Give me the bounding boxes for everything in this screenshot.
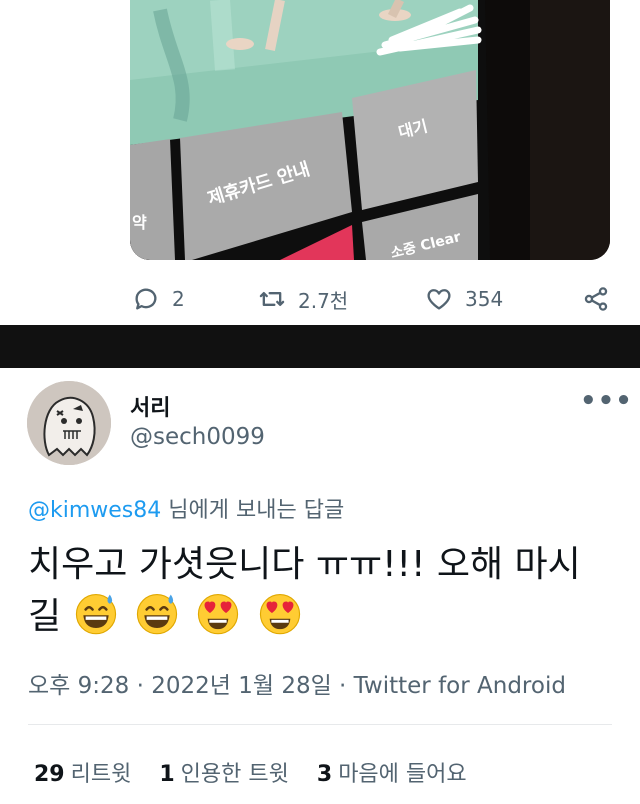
reply-count: 2 bbox=[172, 287, 185, 311]
tweet-text-line1: 치우고 가셧읏니다 ㅠㅠ!!! 오해 마시 bbox=[28, 544, 581, 585]
tweet-meta[interactable]: 오후 9:28 · 2022년 1월 28일 · Twitter for And… bbox=[28, 666, 566, 700]
tweet-text-line2-word: 길 bbox=[28, 596, 62, 637]
likes-count: 3 bbox=[316, 762, 333, 787]
replying-to: @kimwes84 님에게 보내는 답글 bbox=[28, 492, 344, 524]
sweat-smile-emoji-icon bbox=[75, 594, 116, 635]
avatar[interactable] bbox=[27, 381, 111, 465]
screen-text-partial: 약 bbox=[132, 213, 147, 232]
ghost-avatar-icon bbox=[27, 381, 111, 465]
quotes-stat[interactable]: 1 인용한 트윗 bbox=[159, 756, 289, 788]
top-tweet: 제휴카드 안내 대기 소중 Clear 약 2 2.7천 354 bbox=[0, 0, 640, 325]
mention-link[interactable]: @kimwes84 bbox=[28, 498, 161, 523]
likes-label: 마음에 들어요 bbox=[338, 762, 467, 787]
share-action[interactable] bbox=[582, 280, 610, 318]
ellipsis-icon[interactable]: ••• bbox=[580, 386, 633, 416]
heart-eyes-emoji-icon bbox=[198, 594, 239, 635]
tweet-actions: 2 2.7천 354 bbox=[0, 280, 640, 318]
retweet-icon bbox=[259, 292, 285, 306]
divider bbox=[28, 724, 612, 725]
retweet-count: 2.7천 bbox=[298, 288, 349, 313]
retweets-label: 리트윗 bbox=[70, 762, 132, 787]
quotes-count: 1 bbox=[159, 762, 175, 787]
tweet-stats: 29 리트윗 1 인용한 트윗 3 마음에 들어요 bbox=[34, 756, 467, 788]
retweets-stat[interactable]: 29 리트윗 bbox=[34, 756, 131, 788]
section-divider bbox=[0, 325, 640, 368]
heart-eyes-emoji-icon bbox=[259, 594, 301, 635]
likes-stat[interactable]: 3 마음에 들어요 bbox=[317, 756, 467, 788]
tweet-text: 치우고 가셧읏니다 ㅠㅠ!!! 오해 마시 길 bbox=[28, 540, 628, 642]
sweat-smile-emoji-icon bbox=[136, 594, 178, 635]
user-handle[interactable]: @sech0099 bbox=[130, 424, 265, 450]
share-icon bbox=[584, 287, 608, 311]
like-action[interactable]: 354 bbox=[425, 280, 503, 318]
heart-icon bbox=[427, 289, 451, 310]
tweet-photo[interactable]: 제휴카드 안내 대기 소중 Clear 약 bbox=[130, 0, 610, 260]
like-count: 354 bbox=[465, 287, 504, 311]
retweets-count: 29 bbox=[34, 762, 65, 787]
reply-tweet: 서리 @sech0099 ••• @kimwes84 님에게 보내는 답글 치우… bbox=[0, 368, 640, 804]
photo-illustration: 제휴카드 안내 대기 소중 Clear 약 bbox=[130, 0, 610, 260]
replying-to-suffix: 님에게 보내는 답글 bbox=[161, 498, 345, 523]
reply-action[interactable]: 2 bbox=[132, 280, 185, 318]
reply-icon bbox=[135, 288, 157, 310]
display-name[interactable]: 서리 bbox=[130, 390, 170, 422]
tweet-text-line2: 길 bbox=[28, 590, 628, 642]
quotes-label: 인용한 트윗 bbox=[180, 762, 289, 787]
retweet-action[interactable]: 2.7천 bbox=[258, 280, 348, 318]
